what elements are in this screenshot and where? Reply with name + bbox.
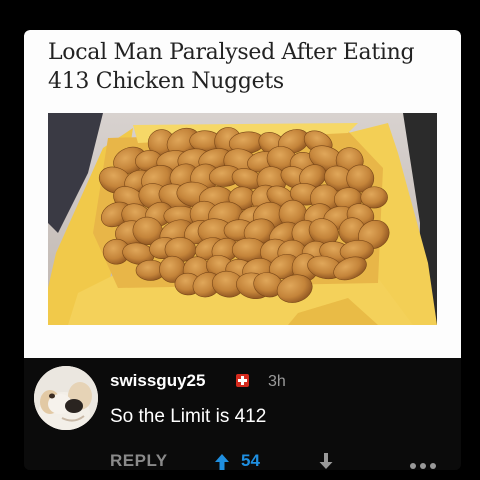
comment-timestamp: 3h — [268, 373, 286, 390]
comment-item: swissguy25 3h So the Limit is 412 REPLY … — [24, 358, 461, 470]
downvote-arrow-icon[interactable] — [318, 452, 334, 470]
upvote-arrow-icon[interactable] — [214, 453, 230, 470]
headline: Local Man Paralysed After Eating 413 Chi… — [48, 40, 415, 94]
comment-text: So the Limit is 412 — [110, 406, 267, 427]
more-options-icon[interactable] — [408, 462, 438, 470]
username[interactable]: swissguy25 — [110, 371, 205, 391]
vote-count: 54 — [241, 451, 260, 470]
nuggets-photo — [48, 113, 437, 325]
user-avatar[interactable] — [34, 366, 98, 430]
swiss-flag-icon — [236, 374, 249, 387]
news-card[interactable]: Local Man Paralysed After Eating 413 Chi… — [24, 30, 461, 358]
reply-button[interactable]: REPLY — [110, 451, 168, 470]
screenshot-frame: Local Man Paralysed After Eating 413 Chi… — [24, 30, 461, 470]
